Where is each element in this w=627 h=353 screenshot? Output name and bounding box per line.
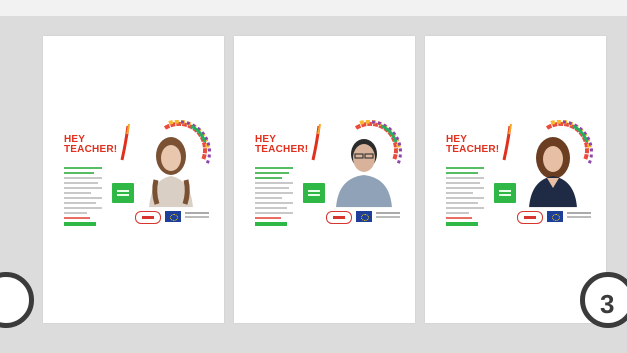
body-text-block	[446, 167, 484, 217]
footer-accent	[255, 217, 281, 219]
quote-box	[112, 183, 134, 203]
quote-box	[303, 183, 325, 203]
funding-text	[567, 212, 591, 214]
poster-heading: HEY TEACHER!	[446, 134, 500, 155]
footer-bar	[64, 222, 96, 226]
body-text-block	[64, 167, 102, 217]
quote-box	[494, 183, 516, 203]
partner-logo-icon	[326, 211, 352, 224]
teacher-portrait	[336, 139, 392, 208]
footer-accent	[446, 217, 472, 219]
partner-logo-icon	[135, 211, 161, 224]
logo-strip	[125, 207, 215, 226]
partner-logo-icon	[517, 211, 543, 224]
eu-flag-icon	[356, 211, 372, 222]
poster-heading: HEY TEACHER!	[255, 134, 309, 155]
funding-text	[185, 212, 209, 214]
logo-strip	[316, 207, 406, 226]
poster-page-1[interactable]: HEY TEACHER!	[43, 36, 224, 323]
teacher-portrait	[529, 137, 577, 208]
footer-bar	[255, 222, 287, 226]
funding-text	[376, 212, 400, 214]
eu-flag-icon	[165, 211, 181, 222]
slash-accent-icon	[120, 124, 130, 161]
step-number: 3	[600, 289, 615, 319]
slash-accent-icon	[502, 124, 512, 161]
logo-strip	[507, 207, 597, 226]
eu-flag-icon	[547, 211, 563, 222]
poster-page-2[interactable]: HEY TEACHER!	[234, 36, 415, 323]
poster-page-3[interactable]: HEY TEACHER!	[425, 36, 606, 323]
body-text-block	[255, 167, 293, 217]
poster-heading: HEY TEACHER!	[64, 134, 118, 155]
footer-bar	[446, 222, 478, 226]
slash-accent-icon	[311, 124, 321, 161]
footer-accent	[64, 217, 90, 219]
teacher-portrait	[149, 137, 193, 208]
next-step-button[interactable]: 3	[580, 272, 627, 328]
